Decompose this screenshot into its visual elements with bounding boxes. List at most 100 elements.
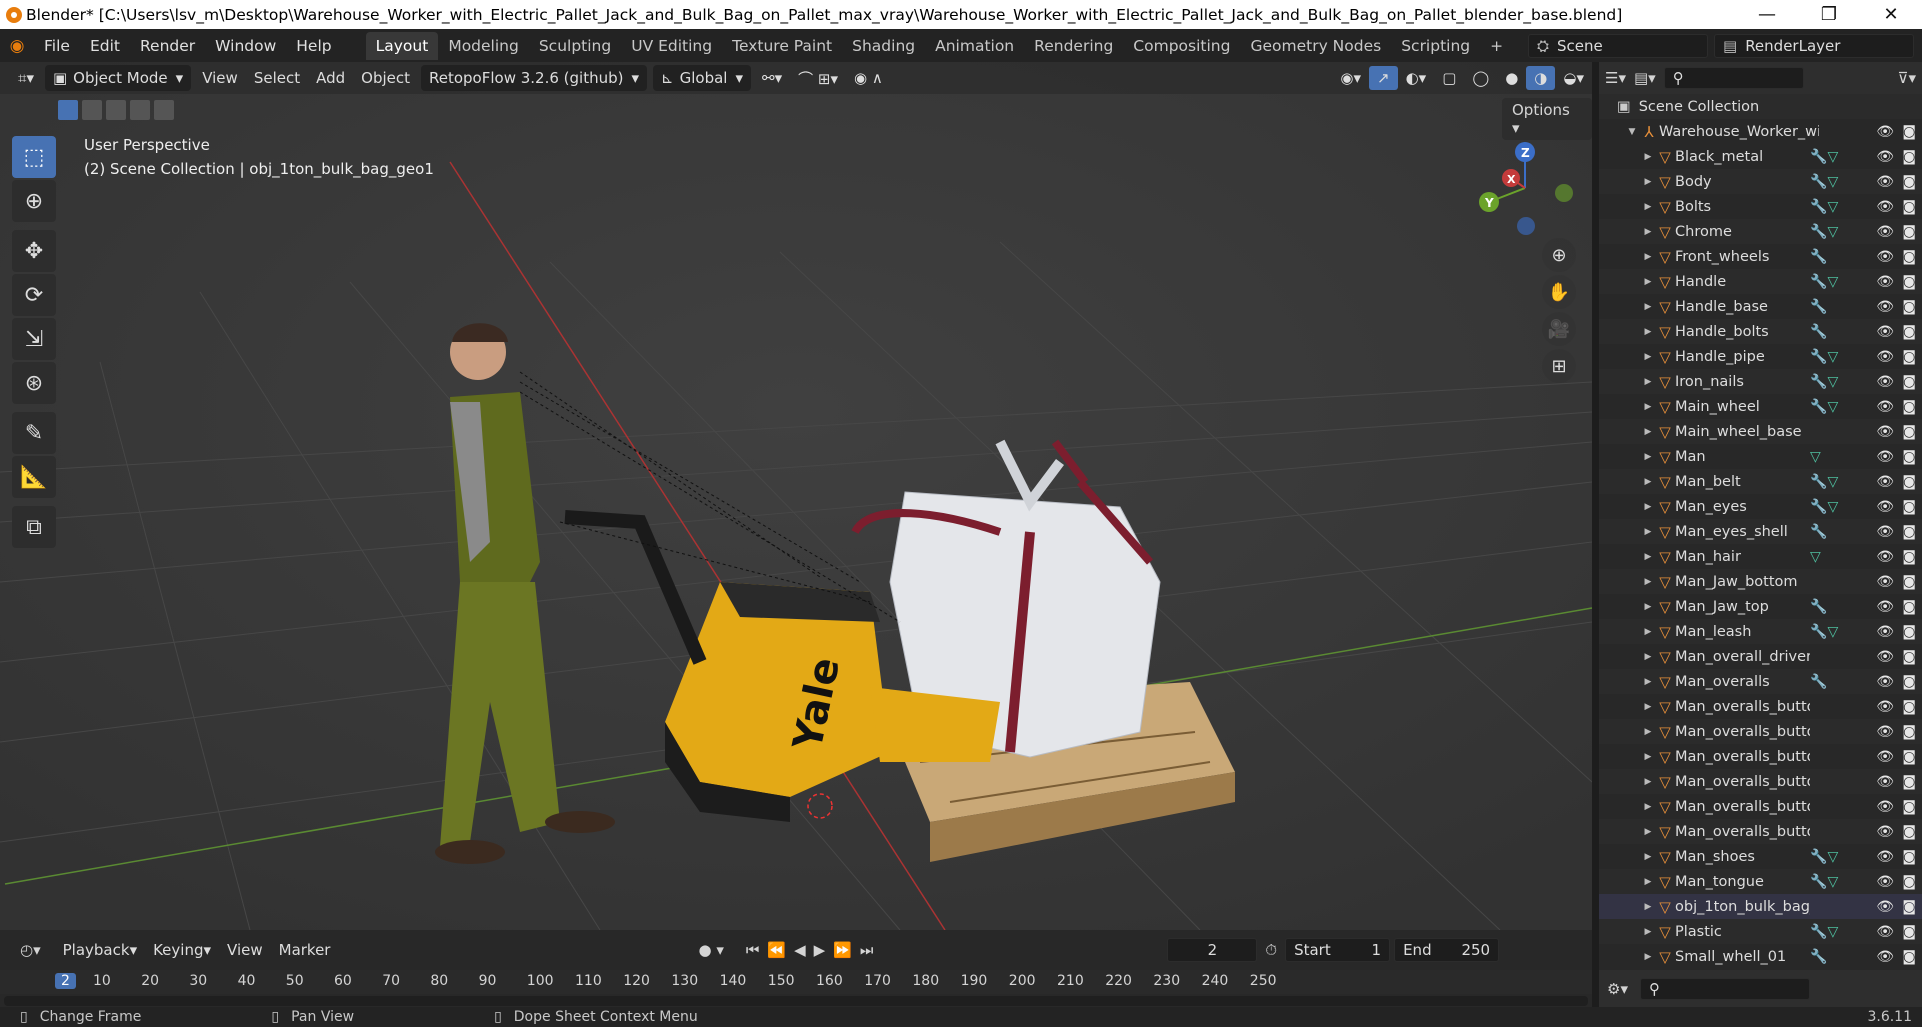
modifier-wrench-icon[interactable]: 🔧 bbox=[1810, 599, 1827, 615]
expand-right-icon[interactable]: ▶ bbox=[1641, 852, 1655, 862]
modifier-wrench-icon[interactable]: 🔧 bbox=[1810, 474, 1827, 490]
scale-tool-icon[interactable]: ⇲ bbox=[12, 318, 56, 360]
mesh-data-icon[interactable]: ▽ bbox=[1827, 474, 1838, 490]
modifier-wrench-icon[interactable]: 🔧 bbox=[1810, 499, 1827, 515]
expand-right-icon[interactable]: ▶ bbox=[1641, 627, 1655, 637]
clock-editor-icon[interactable]: ◴▾ bbox=[20, 941, 41, 959]
outliner-item[interactable]: ▶ ▽ Man_overall_driver 👁 ◙ bbox=[1599, 644, 1922, 669]
retopoflow-button[interactable]: RetopoFlow 3.2.6 (github) ▾ bbox=[421, 65, 648, 91]
camera-icon[interactable]: ◙ bbox=[1902, 874, 1916, 890]
view-menu[interactable]: View bbox=[219, 938, 271, 962]
expand-right-icon[interactable]: ▶ bbox=[1641, 602, 1655, 612]
ortho-grid-icon[interactable]: ⊞ bbox=[1542, 349, 1576, 383]
camera-icon[interactable]: ◙ bbox=[1902, 599, 1916, 615]
camera-icon[interactable]: ◙ bbox=[1902, 199, 1916, 215]
mesh-data-icon[interactable]: ▽ bbox=[1827, 399, 1838, 415]
solid-shading-icon[interactable]: ● bbox=[1497, 66, 1526, 90]
outliner-item[interactable]: ▶ ▽ Main_wheel 🔧 ▽ 👁 ◙ bbox=[1599, 394, 1922, 419]
outliner-item[interactable]: ▶ ▽ Small_whell_01 🔧 👁 ◙ bbox=[1599, 944, 1922, 969]
close-button[interactable]: ✕ bbox=[1860, 4, 1922, 25]
modifier-wrench-icon[interactable]: 🔧 bbox=[1810, 274, 1827, 290]
camera-view-icon[interactable]: 🎥 bbox=[1542, 312, 1576, 346]
mode-dropdown[interactable]: ▣ Object Mode ▾ bbox=[44, 65, 192, 91]
expand-right-icon[interactable]: ▶ bbox=[1641, 877, 1655, 887]
eye-icon[interactable]: 👁 bbox=[1876, 349, 1894, 365]
expand-right-icon[interactable]: ▶ bbox=[1641, 927, 1655, 937]
modifier-wrench-icon[interactable]: 🔧 bbox=[1810, 224, 1827, 240]
expand-right-icon[interactable]: ▶ bbox=[1641, 302, 1655, 312]
camera-icon[interactable]: ◙ bbox=[1902, 324, 1916, 340]
expand-right-icon[interactable]: ▶ bbox=[1641, 202, 1655, 212]
expand-right-icon[interactable]: ▶ bbox=[1641, 352, 1655, 362]
menu-window[interactable]: Window bbox=[205, 37, 286, 55]
annotate-tool-icon[interactable]: ✎ bbox=[12, 412, 56, 454]
menu-object[interactable]: Object bbox=[353, 66, 418, 90]
snap-icon[interactable]: ⌒ ⊞▾ bbox=[790, 65, 846, 92]
minimize-button[interactable]: — bbox=[1736, 4, 1798, 25]
options-button[interactable]: Options ▾ bbox=[1502, 98, 1592, 140]
modifier-wrench-icon[interactable]: 🔧 bbox=[1810, 299, 1827, 315]
modifier-wrench-icon[interactable]: 🔧 bbox=[1810, 349, 1827, 365]
tab-uv-editing[interactable]: UV Editing bbox=[621, 32, 722, 60]
eye-icon[interactable]: 👁 bbox=[1876, 649, 1894, 665]
modifier-wrench-icon[interactable]: 🔧 bbox=[1810, 199, 1827, 215]
eye-icon[interactable]: 👁 bbox=[1876, 824, 1894, 840]
tab-sculpting[interactable]: Sculpting bbox=[529, 32, 621, 60]
modifier-wrench-icon[interactable]: 🔧 bbox=[1810, 924, 1827, 940]
camera-icon[interactable]: ◙ bbox=[1902, 949, 1916, 965]
add-cube-tool-icon[interactable]: ⧉ bbox=[12, 506, 56, 548]
outliner-item[interactable]: ▶ ▽ Front_wheels 🔧 👁 ◙ bbox=[1599, 244, 1922, 269]
menu-select[interactable]: Select bbox=[246, 66, 308, 90]
3d-viewport[interactable]: Yale ⌗▾ ▣ Object Mode ▾ View Select Add … bbox=[0, 62, 1592, 930]
rendered-shading-icon[interactable]: ◒▾ bbox=[1555, 66, 1592, 90]
eye-icon[interactable]: 👁 bbox=[1876, 474, 1894, 490]
outliner-item[interactable]: ▶ ▽ Plastic 🔧 ▽ 👁 ◙ bbox=[1599, 919, 1922, 944]
camera-icon[interactable]: ◙ bbox=[1902, 449, 1916, 465]
eye-icon[interactable]: 👁 bbox=[1876, 524, 1894, 540]
collection-row[interactable]: ▼ ⅄ Warehouse_Worker_with_ 👁 ◙ bbox=[1599, 119, 1922, 144]
modifier-wrench-icon[interactable]: 🔧 bbox=[1810, 399, 1827, 415]
expand-right-icon[interactable]: ▶ bbox=[1641, 952, 1655, 962]
mesh-data-icon[interactable]: ▽ bbox=[1827, 499, 1838, 515]
current-frame-input[interactable]: 2 bbox=[1167, 938, 1258, 962]
playback-menu[interactable]: Playback ▾ bbox=[55, 938, 145, 962]
modifier-wrench-icon[interactable]: 🔧 bbox=[1810, 949, 1827, 965]
eye-icon[interactable]: 👁 bbox=[1876, 599, 1894, 615]
camera-icon[interactable]: ◙ bbox=[1902, 899, 1916, 915]
outliner-item[interactable]: ▶ ▽ Man_eyes_shell 🔧 👁 ◙ bbox=[1599, 519, 1922, 544]
outliner-item[interactable]: ▶ ▽ Handle_bolts 🔧 👁 ◙ bbox=[1599, 319, 1922, 344]
outliner-item[interactable]: ▶ ▽ Man_leash 🔧 ▽ 👁 ◙ bbox=[1599, 619, 1922, 644]
menu-help[interactable]: Help bbox=[286, 37, 341, 55]
outliner-item[interactable]: ▶ ▽obj_1ton_bulk_bag_ge 👁 ◙ bbox=[1599, 894, 1922, 919]
tab-scripting[interactable]: Scripting bbox=[1391, 32, 1480, 60]
tab-modeling[interactable]: Modeling bbox=[438, 32, 529, 60]
eye-icon[interactable]: 👁 bbox=[1876, 199, 1894, 215]
outliner-item[interactable]: ▶ ▽Man_overalls_button0 👁 ◙ bbox=[1599, 819, 1922, 844]
marker-menu[interactable]: Marker bbox=[271, 938, 339, 962]
transform-orientation-dropdown[interactable]: ⊾ Global ▾ bbox=[653, 65, 751, 91]
select-extend-icon[interactable] bbox=[82, 100, 102, 120]
eye-icon[interactable]: 👁 bbox=[1876, 849, 1894, 865]
camera-icon[interactable]: ◙ bbox=[1902, 749, 1916, 765]
mesh-data-icon[interactable]: ▽ bbox=[1827, 874, 1838, 890]
eye-icon[interactable]: 👁 bbox=[1876, 749, 1894, 765]
expand-right-icon[interactable]: ▶ bbox=[1641, 377, 1655, 387]
outliner-item[interactable]: ▶ ▽ Man_Jaw_bottom 👁 ◙ bbox=[1599, 569, 1922, 594]
modifier-wrench-icon[interactable]: 🔧 bbox=[1810, 624, 1827, 640]
menu-view[interactable]: View bbox=[194, 66, 246, 90]
camera-icon[interactable]: ◙ bbox=[1902, 274, 1916, 290]
start-frame-input[interactable]: Start 1 bbox=[1285, 938, 1391, 962]
eye-icon[interactable]: 👁 bbox=[1876, 324, 1894, 340]
visibility-icon[interactable]: ◉▾ bbox=[1332, 66, 1369, 90]
expand-down-icon[interactable]: ▼ bbox=[1625, 127, 1639, 137]
pan-hand-icon[interactable]: ✋ bbox=[1542, 275, 1576, 309]
eye-icon[interactable]: 👁 bbox=[1876, 149, 1894, 165]
camera-icon[interactable]: ◙ bbox=[1902, 549, 1916, 565]
tab-layout[interactable]: Layout bbox=[365, 31, 439, 60]
expand-right-icon[interactable]: ▶ bbox=[1641, 177, 1655, 187]
outliner-item[interactable]: ▶ ▽ Man_tongue 🔧 ▽ 👁 ◙ bbox=[1599, 869, 1922, 894]
expand-right-icon[interactable]: ▶ bbox=[1641, 427, 1655, 437]
camera-icon[interactable]: ◙ bbox=[1902, 149, 1916, 165]
zoom-icon[interactable]: ⊕ bbox=[1542, 238, 1576, 272]
menu-edit[interactable]: Edit bbox=[80, 37, 130, 55]
